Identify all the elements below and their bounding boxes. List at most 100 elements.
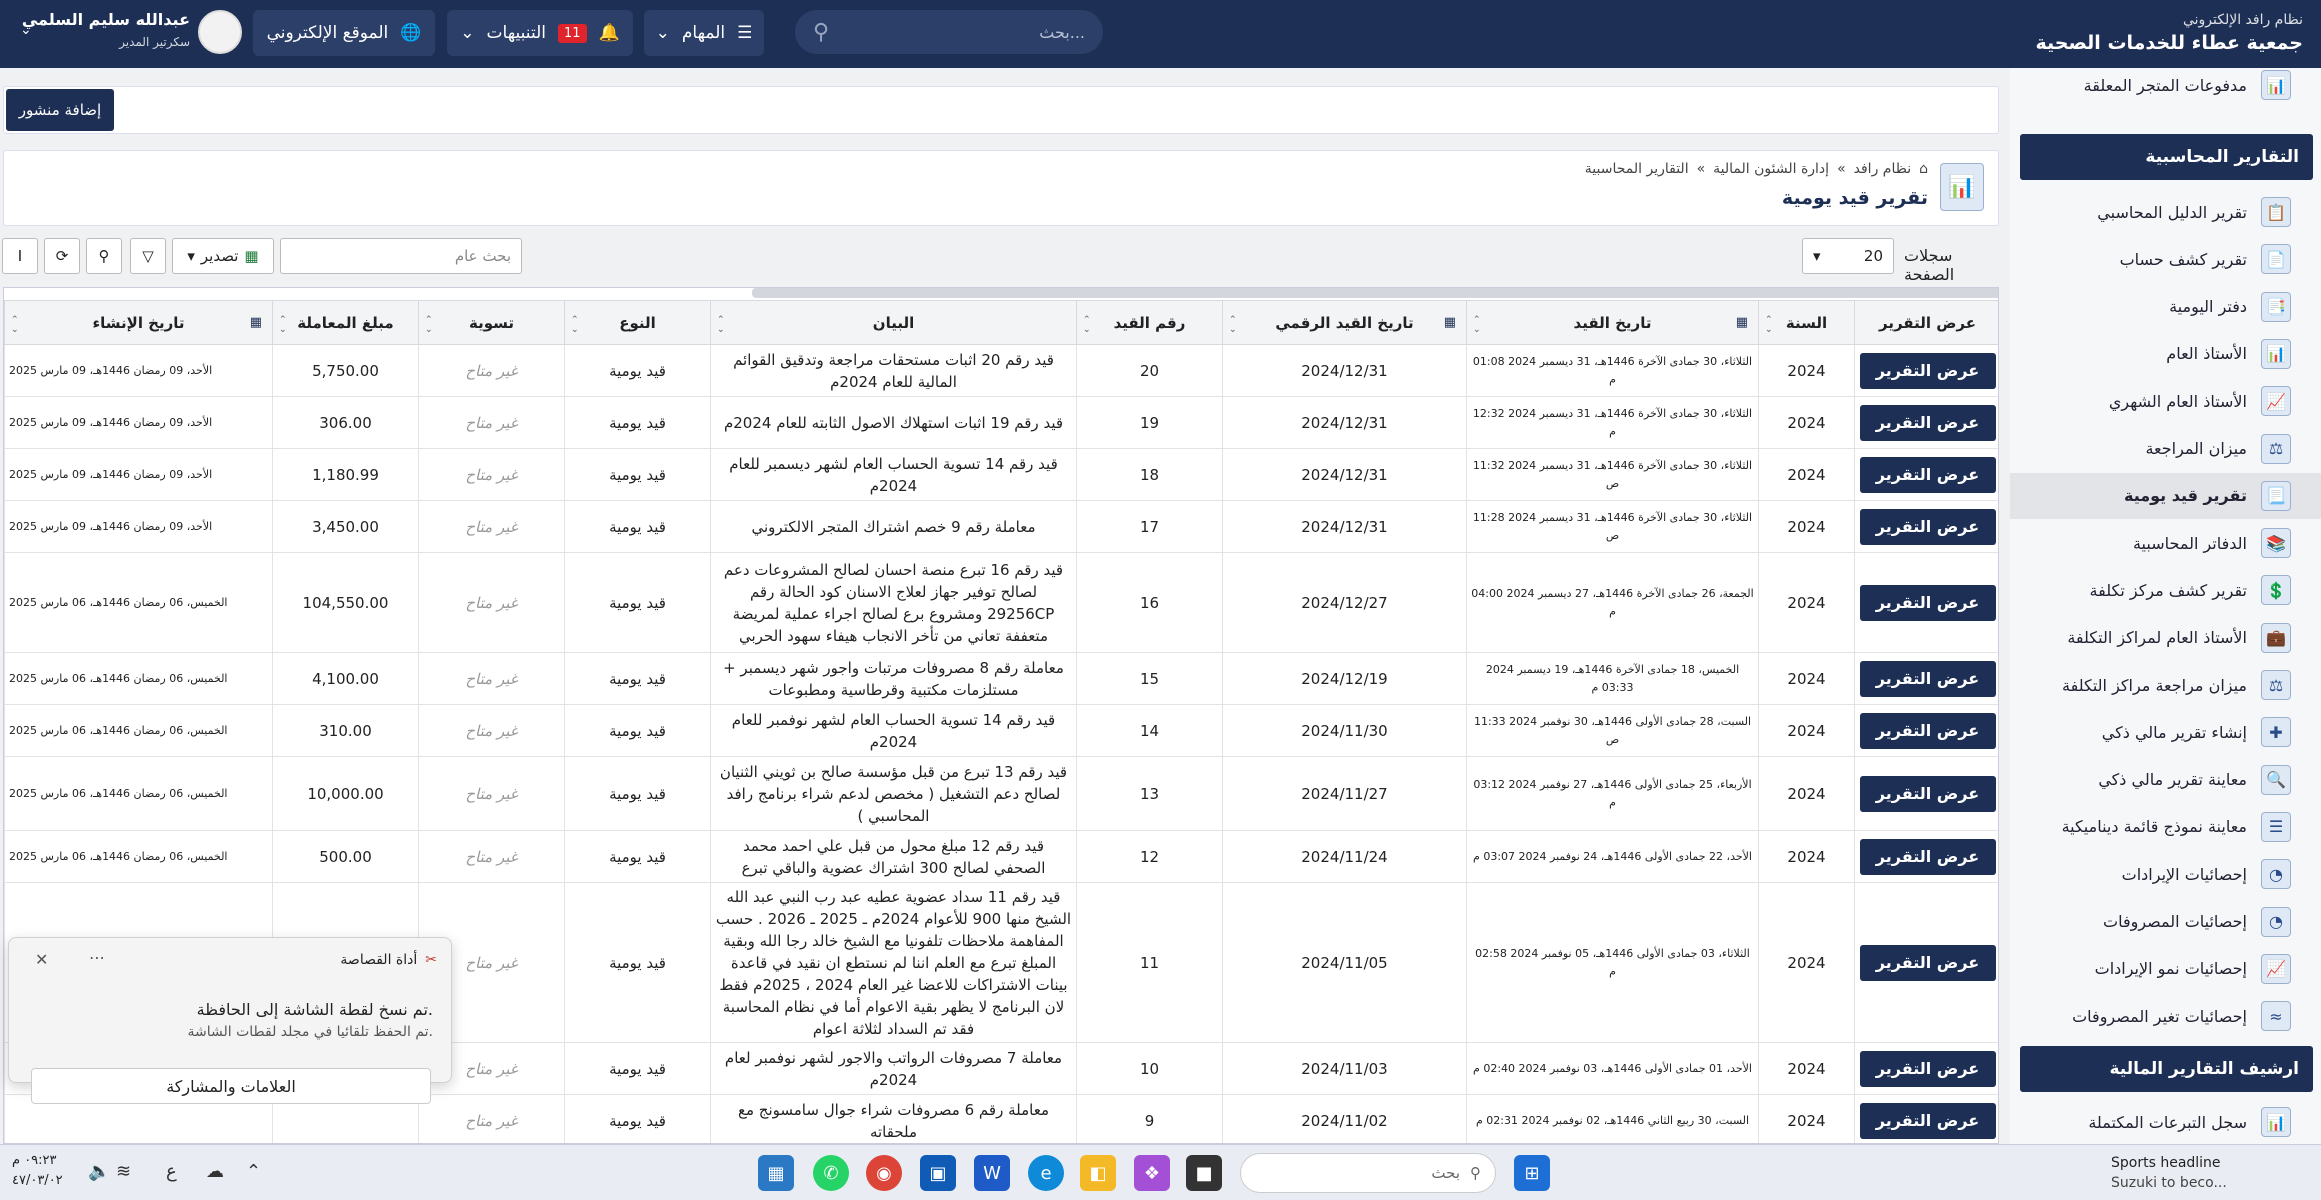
- column-header[interactable]: السنة ⌃ ⌄: [1758, 300, 1855, 345]
- column-resize-button[interactable]: I: [2, 238, 38, 274]
- horizontal-scrollbar[interactable]: [752, 288, 1998, 298]
- add-post-button[interactable]: إضافة منشور: [6, 89, 114, 131]
- close-icon[interactable]: ✕: [35, 950, 48, 969]
- sidebar-item[interactable]: إحصائيات المصروفات ◔: [2010, 899, 2291, 945]
- sidebar-item[interactable]: إحصائيات نمو الإيرادات 📈: [2010, 946, 2291, 992]
- sort-icon[interactable]: ⌃ ⌄: [1473, 315, 1481, 335]
- sidebar-item[interactable]: الدفاتر المحاسبية 📚: [2010, 520, 2291, 566]
- clock[interactable]: ٠٩:٢٣ م ٤٧/٠٣/٠٢: [12, 1151, 63, 1191]
- sidebar-item[interactable]: إنشاء تقرير مالي ذكي ✚: [2010, 709, 2291, 755]
- search-icon: ⚲: [1470, 1164, 1481, 1182]
- cell-amount: 306.00: [272, 396, 419, 449]
- sidebar-item[interactable]: معاينة تقرير مالي ذكي 🔍: [2010, 757, 2291, 803]
- records-per-page-select[interactable]: ▾ 20: [1802, 238, 1894, 274]
- sidebar-item-completed-donations[interactable]: سجل التبرعات المكتملة 📊: [2010, 1099, 2291, 1144]
- column-header[interactable]: تاريخ القيد ⌃ ⌄ ▦: [1466, 300, 1759, 345]
- taskbar-search[interactable]: بحث ⚲: [1240, 1153, 1496, 1193]
- breadcrumb-item[interactable]: نظام رافد: [1854, 161, 1911, 177]
- avatar[interactable]: [198, 10, 242, 54]
- wifi-icon[interactable]: ≋: [116, 1161, 131, 1182]
- user-menu[interactable]: ⌄ عبدالله سليم السلمي سكرتير المدير: [20, 10, 190, 49]
- column-header[interactable]: تسوية ⌃ ⌄: [418, 300, 565, 345]
- filter-button[interactable]: ▽: [130, 238, 166, 274]
- sidebar-item-label: تقرير كشف حساب: [2119, 249, 2247, 269]
- sidebar-item[interactable]: إحصائيات تغير المصروفات ≈: [2010, 993, 2291, 1039]
- sidebar-item[interactable]: الأستاذ العام الشهري 📈: [2010, 378, 2291, 424]
- sidebar-item[interactable]: إحصائيات الإيرادات ◔: [2010, 851, 2291, 897]
- more-icon[interactable]: ⋯: [89, 948, 105, 967]
- view-report-button[interactable]: عرض التقرير: [1859, 838, 1996, 875]
- tasks-button[interactable]: ⌄ المهام ☰: [644, 10, 764, 56]
- windows-start-icon[interactable]: ⊞: [1514, 1155, 1550, 1191]
- view-report-button[interactable]: عرض التقرير: [1859, 712, 1996, 749]
- cell-desc: قيد رقم 11 سداد عضوية عطيه عبد رب النبي …: [710, 882, 1077, 1043]
- app-icon-store[interactable]: ▣: [920, 1155, 956, 1191]
- top-search-input[interactable]: [865, 22, 1085, 42]
- sort-icon[interactable]: ⌃ ⌄: [279, 315, 287, 335]
- chevron-up-icon[interactable]: ⌃: [246, 1161, 261, 1182]
- sort-icon[interactable]: ⌃ ⌄: [571, 315, 579, 335]
- view-report-button[interactable]: عرض التقرير: [1859, 352, 1996, 389]
- sidebar-item[interactable]: تقرير كشف حساب 📄: [2010, 236, 2291, 282]
- sidebar-item[interactable]: دفتر اليومية 📑: [2010, 284, 2291, 330]
- sidebar-item[interactable]: الأستاذ العام لمراكز التكلفة 💼: [2010, 615, 2291, 661]
- app-icon-whatsapp[interactable]: ✆: [813, 1155, 849, 1191]
- view-report-button[interactable]: عرض التقرير: [1859, 584, 1996, 621]
- language-indicator[interactable]: ع: [166, 1161, 177, 1182]
- sidebar-item[interactable]: تقرير كشف مركز تكلفة 💲: [2010, 567, 2291, 613]
- search-button[interactable]: ⚲: [86, 238, 122, 274]
- app-icon-copilot[interactable]: ❖: [1134, 1155, 1170, 1191]
- notifications-button[interactable]: ⌄ التنبيهات 11 🔔: [447, 10, 633, 56]
- sidebar-item[interactable]: ميزان المراجعة ⚖: [2010, 426, 2291, 472]
- top-search[interactable]: ⚲: [795, 10, 1103, 54]
- global-search-input[interactable]: بحث عام: [280, 238, 522, 274]
- breadcrumb-item[interactable]: التقارير المحاسبية: [1585, 161, 1689, 177]
- markup-share-button[interactable]: العلامات والمشاركة: [31, 1068, 431, 1104]
- app-icon-terminal[interactable]: ■: [1186, 1155, 1222, 1191]
- column-header[interactable]: النوع ⌃ ⌄: [564, 300, 711, 345]
- view-report-button[interactable]: عرض التقرير: [1859, 1102, 1996, 1139]
- news-widget[interactable]: Sports headline Suzuki to beco...: [2111, 1153, 2311, 1193]
- table-row: عرض التقرير 2024 الأحد، 22 جمادى الأولى 14…: [4, 830, 1998, 883]
- view-report-button[interactable]: عرض التقرير: [1859, 1050, 1996, 1087]
- column-header[interactable]: البيان ⌃ ⌄: [710, 300, 1077, 345]
- view-report-button[interactable]: عرض التقرير: [1859, 508, 1996, 545]
- sort-icon[interactable]: ⌃ ⌄: [425, 315, 433, 335]
- column-header[interactable]: تاريخ الإنشاء ⌃ ⌄ ▦: [4, 300, 273, 345]
- view-report-button[interactable]: عرض التقرير: [1859, 775, 1996, 812]
- cell-date: الخميس، 18 جمادى الآخرة 1446هـ، 19 ديسمب…: [1466, 652, 1759, 705]
- refresh-button[interactable]: ⟳: [44, 238, 80, 274]
- sidebar-section-accounting-reports[interactable]: التقارير المحاسبية: [2020, 134, 2313, 180]
- app-icon-calculator[interactable]: ▦: [758, 1155, 794, 1191]
- column-header[interactable]: تاريخ القيد الرقمي ⌃ ⌄ ▦: [1222, 300, 1467, 345]
- volume-icon[interactable]: 🔈: [88, 1161, 110, 1182]
- website-button[interactable]: الموقع الإلكتروني 🌐: [253, 10, 435, 56]
- sort-icon[interactable]: ⌃ ⌄: [717, 315, 725, 335]
- sidebar-item[interactable]: ميزان مراجعة مراكز التكلفة ⚖: [2010, 662, 2291, 708]
- app-icon-edge[interactable]: e: [1028, 1155, 1064, 1191]
- app-icon-file-explorer[interactable]: ◧: [1080, 1155, 1116, 1191]
- cell-type: قيد يومية: [564, 756, 711, 831]
- export-button[interactable]: ▾ تصدير ▦: [172, 238, 274, 274]
- view-report-button[interactable]: عرض التقرير: [1859, 404, 1996, 441]
- sort-icon[interactable]: ⌃ ⌄: [11, 315, 19, 335]
- sort-icon[interactable]: ⌃ ⌄: [1083, 315, 1091, 335]
- sidebar-item[interactable]: الأستاذ العام 📊: [2010, 331, 2291, 377]
- sidebar-item[interactable]: تقرير قيد يومية 📃: [2010, 472, 2321, 519]
- sidebar-item-store-payments[interactable]: مدفوعات المتجر المعلقة 📊: [2010, 68, 2291, 108]
- network-icon[interactable]: ☁: [206, 1161, 224, 1182]
- view-report-button[interactable]: عرض التقرير: [1859, 944, 1996, 981]
- sort-icon[interactable]: ⌃ ⌄: [1765, 315, 1773, 335]
- sidebar-item[interactable]: تقرير الدليل المحاسبي 📋: [2010, 189, 2291, 235]
- report-icon: ◔: [2261, 906, 2291, 937]
- column-header[interactable]: مبلغ المعاملة ⌃ ⌄: [272, 300, 419, 345]
- sidebar-item[interactable]: معاينة نموذج قائمة ديناميكية ☰: [2010, 804, 2291, 850]
- view-report-button[interactable]: عرض التقرير: [1859, 456, 1996, 493]
- sidebar-section-financial-archive[interactable]: ارشيف التقارير المالية: [2020, 1046, 2313, 1092]
- app-icon-word[interactable]: W: [974, 1155, 1010, 1191]
- view-report-button[interactable]: عرض التقرير: [1859, 660, 1996, 697]
- sort-icon[interactable]: ⌃ ⌄: [1229, 315, 1237, 335]
- column-header[interactable]: رقم القيد ⌃ ⌄: [1076, 300, 1223, 345]
- app-icon-chrome[interactable]: ◉: [866, 1155, 902, 1191]
- breadcrumb-item[interactable]: إدارة الشئون المالية: [1713, 161, 1829, 177]
